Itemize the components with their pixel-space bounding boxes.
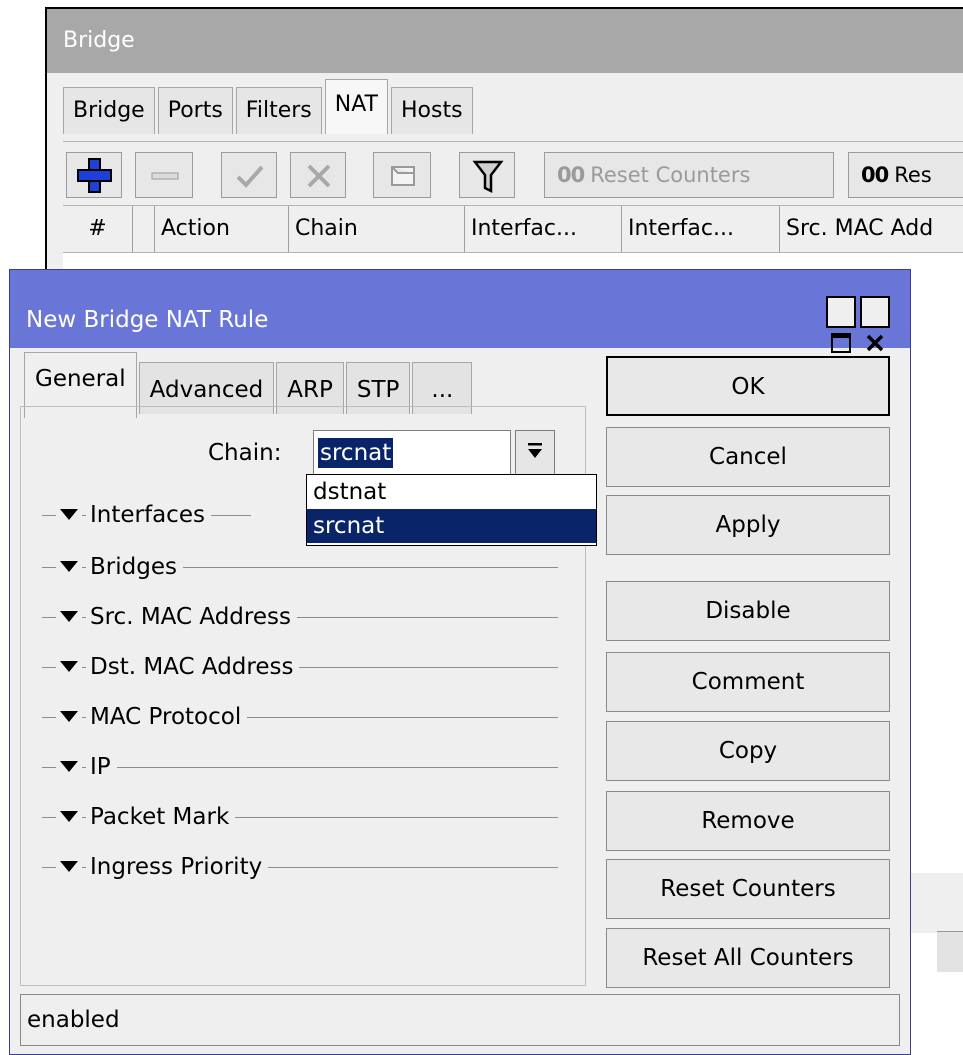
section-label: Bridges: [90, 554, 177, 580]
reset-all-counters-label: Res: [894, 163, 932, 187]
bridge-tabs: Bridge Ports Filters NAT Hosts: [63, 79, 476, 134]
collapse-arrow-icon: [60, 561, 78, 572]
section-ingress-priority[interactable]: Ingress Priority: [42, 852, 558, 882]
section-bridges[interactable]: Bridges: [42, 552, 558, 582]
section-label: Dst. MAC Address: [90, 654, 294, 680]
section-label: Src. MAC Address: [90, 604, 291, 630]
chain-input[interactable]: srcnat: [313, 430, 511, 476]
dropdown-arrow-icon: [528, 443, 542, 458]
comment-rule-button[interactable]: Comment: [606, 652, 890, 712]
collapse-arrow-icon: [60, 711, 78, 722]
section-label: Packet Mark: [90, 804, 230, 830]
collapse-arrow-icon: [60, 811, 78, 822]
minus-icon: [151, 172, 179, 180]
disable-button[interactable]: [290, 152, 346, 198]
filter-icon: [472, 160, 504, 194]
close-icon: [866, 334, 884, 352]
bridge-window-title: Bridge: [47, 9, 963, 73]
reset-counters-button[interactable]: 00 Reset Counters: [544, 152, 834, 198]
add-button[interactable]: [66, 152, 122, 198]
column-flags[interactable]: [133, 206, 155, 252]
reset-counters-label: Reset Counters: [590, 163, 751, 187]
comment-button[interactable]: [373, 152, 431, 198]
cancel-button[interactable]: Cancel: [606, 427, 890, 487]
section-dst-mac-address[interactable]: Dst. MAC Address: [42, 652, 558, 682]
dialog-title: New Bridge NAT Rule: [26, 307, 269, 333]
section-packet-mark[interactable]: Packet Mark: [42, 802, 558, 832]
dialog-title-bar[interactable]: New Bridge NAT Rule: [10, 270, 910, 353]
tab-bridge[interactable]: Bridge: [63, 87, 155, 134]
section-label: IP: [90, 754, 111, 780]
collapse-arrow-icon: [60, 509, 78, 520]
collapse-arrow-icon: [60, 861, 78, 872]
section-mac-protocol[interactable]: MAC Protocol: [42, 702, 558, 732]
section-ip[interactable]: IP: [42, 752, 558, 782]
maximize-icon: [831, 333, 851, 353]
option-dstnat[interactable]: dstnat: [307, 475, 596, 509]
reset-counters-dialog-button[interactable]: Reset Counters: [606, 859, 890, 919]
counter-icon: 00: [557, 163, 585, 187]
section-label: Ingress Priority: [90, 854, 263, 880]
remove-rule-button[interactable]: [135, 152, 193, 198]
bridge-toolbar: 00 Reset Counters 00 Res: [63, 141, 963, 202]
tab-filters[interactable]: Filters: [235, 87, 322, 134]
enable-button[interactable]: [221, 152, 277, 198]
section-label: Interfaces: [90, 502, 205, 528]
collapse-arrow-icon: [60, 761, 78, 772]
counter-icon: 00: [861, 163, 889, 187]
chain-dropdown-list: dstnat srcnat: [306, 474, 597, 546]
maximize-button[interactable]: [826, 296, 856, 353]
chain-value: srcnat: [318, 438, 394, 468]
bridge-status-bar: [937, 931, 963, 972]
reset-all-counters-dialog-button[interactable]: Reset All Counters: [606, 928, 890, 988]
option-srcnat[interactable]: srcnat: [307, 509, 596, 543]
filter-button[interactable]: [459, 152, 515, 198]
status-bar: enabled: [20, 994, 900, 1046]
checkmark-icon: [236, 165, 264, 188]
plus-icon: [77, 158, 112, 193]
chain-dropdown-button[interactable]: [515, 430, 555, 476]
column-out-interface[interactable]: Interfac...: [622, 206, 780, 252]
collapse-arrow-icon: [60, 611, 78, 622]
column-in-interface[interactable]: Interfac...: [465, 206, 622, 252]
note-icon: [391, 166, 415, 186]
reset-all-counters-button[interactable]: 00 Res: [848, 152, 963, 198]
column-chain[interactable]: Chain: [289, 206, 465, 252]
copy-button[interactable]: Copy: [606, 721, 890, 781]
cross-icon: [307, 164, 331, 188]
apply-button[interactable]: Apply: [606, 495, 890, 555]
close-button[interactable]: [860, 296, 890, 352]
column-number[interactable]: #: [63, 206, 133, 252]
section-src-mac-address[interactable]: Src. MAC Address: [42, 602, 558, 632]
tab-hosts[interactable]: Hosts: [391, 87, 473, 134]
disable-rule-button[interactable]: Disable: [606, 581, 890, 641]
column-action[interactable]: Action: [155, 206, 289, 252]
section-label: MAC Protocol: [90, 704, 242, 730]
chain-label: Chain:: [208, 440, 282, 466]
tab-nat[interactable]: NAT: [324, 79, 388, 134]
collapse-arrow-icon: [60, 661, 78, 672]
ok-button[interactable]: OK: [606, 356, 890, 416]
table-header: # Action Chain Interfac... Interfac... S…: [63, 205, 963, 253]
remove-button[interactable]: Remove: [606, 791, 890, 851]
nat-rule-dialog: New Bridge NAT Rule General Advanced ARP…: [9, 269, 911, 1055]
column-src-mac[interactable]: Src. MAC Add: [780, 206, 963, 252]
tab-ports[interactable]: Ports: [157, 87, 233, 134]
